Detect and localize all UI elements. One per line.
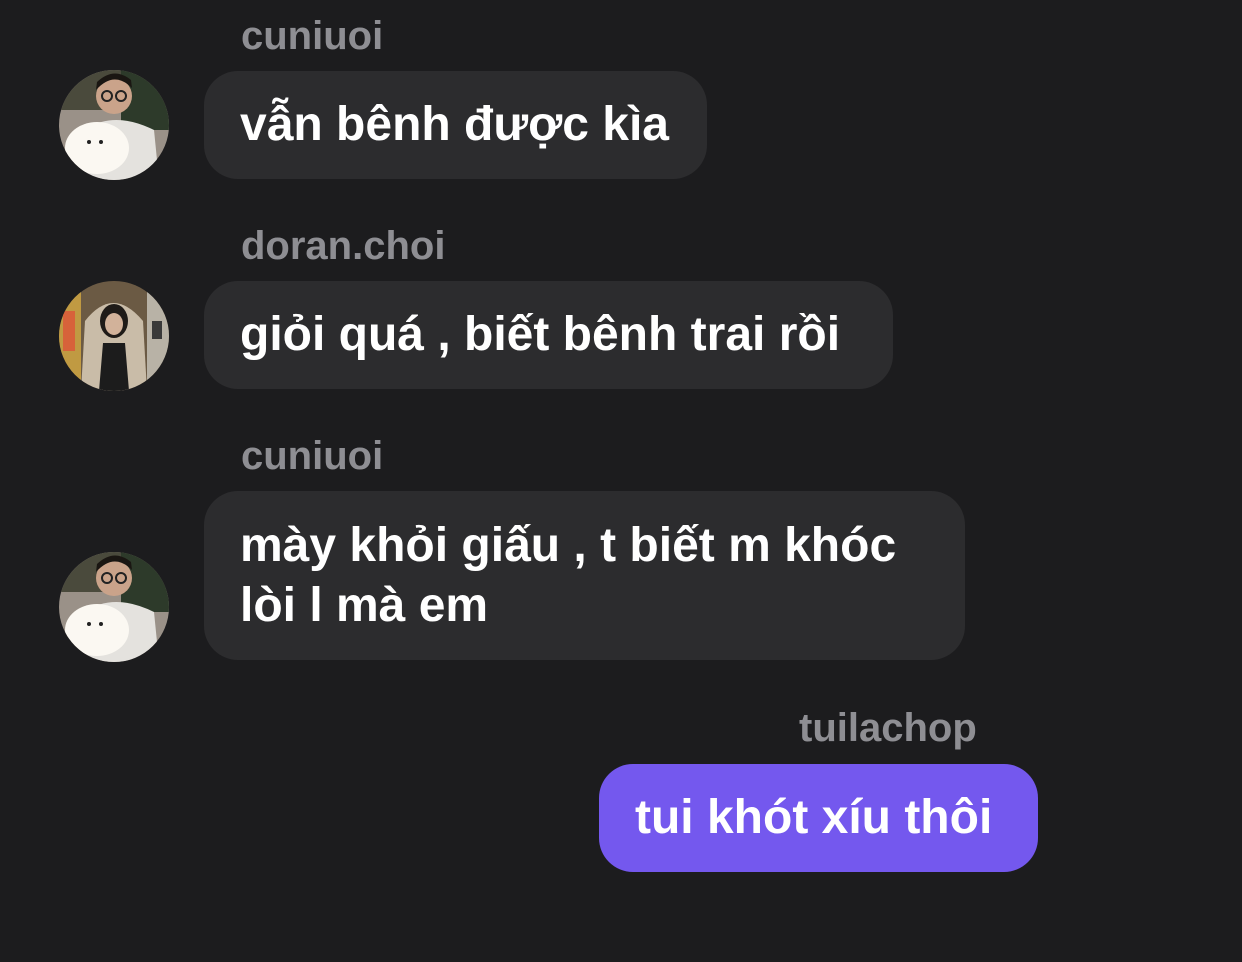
person-in-hoodie-avatar-icon[interactable] (59, 281, 169, 391)
boy-with-white-dog-avatar-icon[interactable] (59, 552, 169, 662)
message-text: tui khót xíu thôi (635, 791, 993, 844)
boy-with-white-dog-avatar-icon[interactable] (59, 70, 169, 180)
message-bubble[interactable]: vẫn bênh được kìa (204, 71, 707, 179)
message-text: mày khỏi giấu , t biết m khóc lòi l mà e… (240, 518, 910, 632)
message-bubble[interactable]: mày khỏi giấu , t biết m khóc lòi l mà e… (204, 491, 965, 660)
message-sender-name: tuilachop (799, 706, 977, 750)
message-text: giỏi quá , biết bênh trai rồi (240, 308, 841, 361)
message-sender-name: cuniuoi (241, 434, 384, 478)
message-text: vẫn bênh được kìa (240, 98, 669, 151)
message-sender-name: cuniuoi (241, 14, 384, 58)
message-bubble[interactable]: giỏi quá , biết bênh trai rồi (204, 281, 893, 389)
message-sender-name: doran.choi (241, 224, 446, 268)
message-bubble[interactable]: tui khót xíu thôi (599, 764, 1038, 872)
